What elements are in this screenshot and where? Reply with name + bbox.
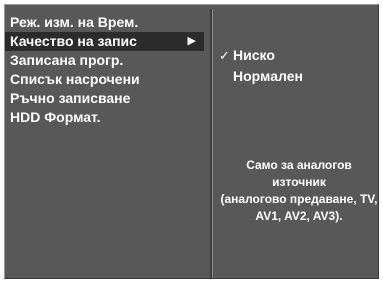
- menu-item-label: Записана прогр.: [10, 52, 124, 68]
- note-line: източник: [272, 175, 326, 189]
- menu-item-label: Реж. изм. на Врем.: [10, 14, 139, 30]
- menu-item-recorded-programs[interactable]: Записана прогр.: [5, 51, 210, 70]
- option-label: Ниско: [233, 47, 275, 63]
- menu-item-label: Качество на запис: [10, 33, 137, 49]
- menu-item-time-shift-mode[interactable]: Реж. изм. на Врем.: [5, 13, 210, 32]
- note-line: Само за аналогов: [246, 158, 352, 172]
- quality-submenu: ✓ Ниско Нормален: [214, 45, 376, 87]
- option-low[interactable]: ✓ Ниско: [214, 45, 376, 66]
- analog-source-note: Само за аналогов източник (аналогово пре…: [217, 157, 381, 225]
- menu-item-label: Списък насрочени: [10, 71, 140, 87]
- checkmark-icon: ✓: [219, 48, 230, 63]
- menu-item-scheduled-list[interactable]: Списък насрочени: [5, 70, 210, 89]
- menu-item-label: HDD Формат.: [10, 109, 101, 125]
- chevron-right-icon: ▶: [187, 35, 196, 47]
- menu-item-label: Ръчно записване: [10, 90, 131, 106]
- note-line: AV1, AV2, AV3).: [255, 209, 343, 223]
- menu-item-record-quality[interactable]: Качество на запис ▶: [5, 32, 204, 51]
- main-menu: Реж. изм. на Врем. Качество на запис ▶ З…: [5, 13, 210, 127]
- option-normal[interactable]: Нормален: [214, 66, 376, 87]
- osd-panel: Реж. изм. на Врем. Качество на запис ▶ З…: [4, 4, 379, 279]
- menu-item-hdd-format[interactable]: HDD Формат.: [5, 108, 210, 127]
- menu-item-manual-record[interactable]: Ръчно записване: [5, 89, 210, 108]
- panel-divider: [210, 9, 213, 278]
- option-label: Нормален: [233, 68, 303, 84]
- note-line: (аналогово предаване, TV,: [220, 192, 378, 206]
